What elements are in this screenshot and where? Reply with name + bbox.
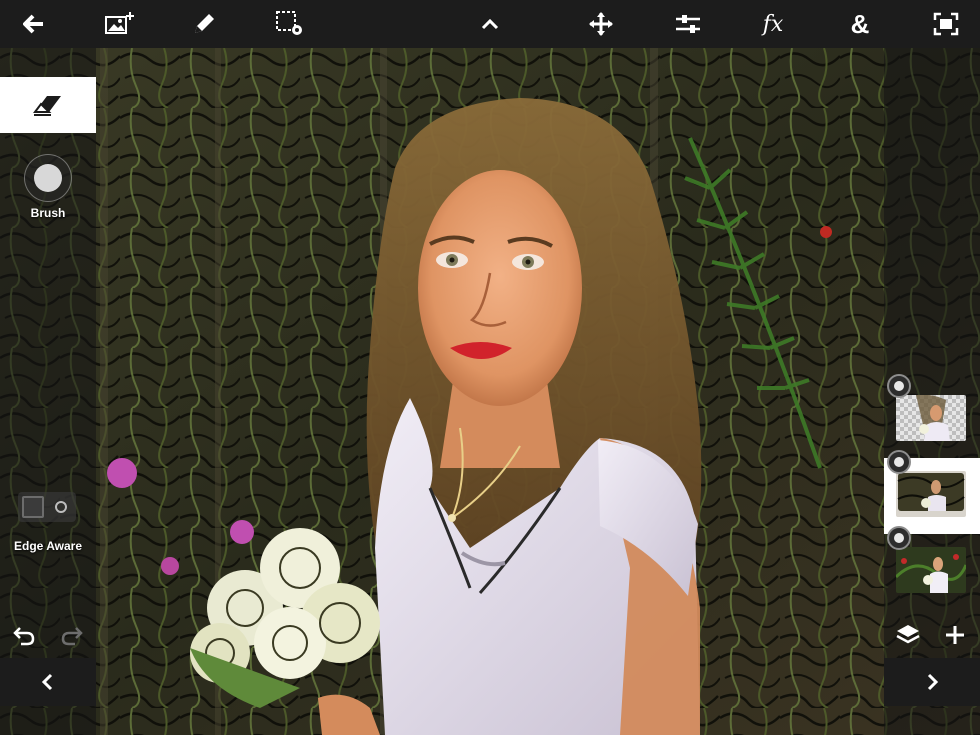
chevron-up-icon[interactable] [470, 4, 510, 44]
eraser-tool-tab[interactable] [0, 77, 96, 133]
top-toolbar: fx & [0, 0, 980, 48]
edge-aware-label: Edge Aware [13, 539, 83, 553]
edge-aware-toggle[interactable] [18, 492, 76, 522]
eraser-icon [33, 96, 61, 116]
photo-canvas[interactable] [0, 48, 980, 735]
fx-icon[interactable]: fx [753, 4, 793, 44]
layer-thumbnail-1 [896, 395, 966, 441]
selection-settings-icon[interactable] [270, 4, 310, 44]
add-image-icon[interactable] [100, 4, 140, 44]
chevron-left-icon [41, 673, 53, 691]
pencil-icon[interactable] [184, 4, 224, 44]
layer-item-1[interactable] [884, 374, 980, 458]
back-arrow-icon[interactable] [14, 4, 54, 44]
layers-icon[interactable] [890, 618, 926, 652]
layer-visibility-toggle-3[interactable] [887, 526, 911, 550]
layers-panel [884, 48, 980, 735]
layer-thumbnail-2 [896, 471, 966, 517]
layer-item-3[interactable] [884, 526, 980, 610]
layer-item-2[interactable] [884, 450, 980, 534]
redo-icon[interactable] [56, 620, 88, 650]
ampersand-icon[interactable]: & [840, 4, 880, 44]
ampersand-label: & [850, 8, 870, 39]
chevron-right-icon [927, 673, 939, 691]
move-icon[interactable] [581, 4, 621, 44]
layer-thumbnail-3 [896, 547, 966, 593]
fx-label: fx [762, 11, 784, 37]
brush-size-button[interactable] [24, 154, 72, 202]
layer-visibility-toggle-2[interactable] [887, 450, 911, 474]
left-tool-panel: Brush Edge Aware [0, 48, 96, 735]
next-button[interactable] [884, 658, 980, 706]
adjustments-icon[interactable] [668, 4, 708, 44]
toggle-dot [55, 501, 67, 513]
brush-label: Brush [30, 206, 66, 220]
undo-icon[interactable] [8, 620, 40, 650]
fit-screen-icon[interactable] [926, 4, 966, 44]
plus-icon[interactable] [937, 618, 973, 652]
layer-visibility-toggle-1[interactable] [887, 374, 911, 398]
edited-photo [0, 48, 980, 735]
prev-button[interactable] [0, 658, 96, 706]
toggle-square [22, 496, 44, 518]
